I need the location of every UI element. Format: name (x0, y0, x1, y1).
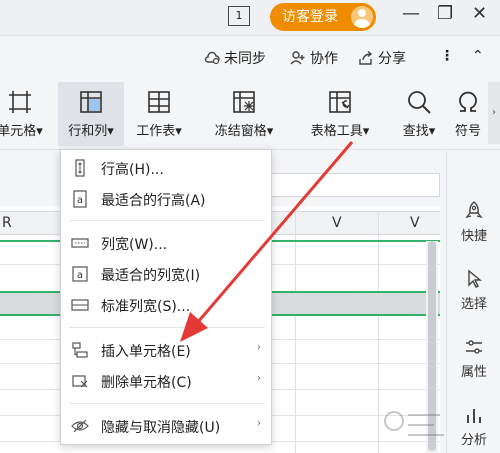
more-icon[interactable]: ⋮ (440, 48, 454, 64)
sync-label: 未同步 (224, 51, 266, 67)
ribbon-scroll-right-button[interactable]: › (488, 82, 500, 144)
share-button[interactable]: 分享 (358, 48, 406, 68)
ribbon-worksheet-button[interactable]: 工作表▾ (128, 82, 190, 146)
menu-separator (69, 327, 265, 328)
submenu-arrow-icon: › (257, 373, 261, 384)
rows-cols-dropdown-menu: 行高(H)... a 最适合的行高(A) 列宽(W)... a 最适合的列宽(I… (60, 149, 272, 445)
ribbon-symbol-label: 符号 (454, 124, 481, 139)
collab-bar: 未同步 协作 分享 ⋮ ⌃ (0, 36, 500, 80)
row-height-icon (75, 159, 85, 177)
ribbon-table-tools-label: 表格工具 (310, 124, 363, 139)
menu-item-column-width[interactable]: 列宽(W)... (61, 228, 271, 258)
ribbon-find-button[interactable]: 查找▾ (396, 82, 442, 146)
menu-item-autofit-row-height-label: 最适合的行高(A) (101, 193, 206, 209)
insert-cells-icon (72, 342, 88, 358)
close-button[interactable]: ✕ (472, 3, 487, 24)
analysis-panel-button[interactable]: 分析 (447, 405, 500, 448)
menu-item-autofit-column-width[interactable]: a 最适合的列宽(I) (61, 259, 271, 289)
ribbon-cell-button[interactable]: 单元格▾ (0, 82, 46, 146)
menu-item-insert-cells[interactable]: 插入单元格(E) › (61, 335, 271, 365)
column-header-v1[interactable]: V (332, 215, 342, 231)
sliders-icon (466, 340, 482, 354)
ribbon-table-tools-button[interactable]: 表格工具▾ (300, 82, 380, 146)
menu-item-autofit-row-height[interactable]: a 最适合的行高(A) (61, 184, 271, 214)
cursor-icon (468, 269, 482, 288)
cell-icon (9, 91, 31, 113)
column-header-v2[interactable]: V (410, 215, 420, 231)
ribbon-rows-cols-button[interactable]: 行和列▾ (58, 82, 124, 146)
visitor-login-label: 访客登录 (282, 9, 338, 25)
eye-slash-icon (71, 419, 89, 433)
collapse-ribbon-icon[interactable]: ⌃ (472, 48, 484, 64)
svg-text:a: a (77, 270, 83, 281)
standard-width-icon (71, 299, 89, 311)
rocket-icon (465, 201, 483, 219)
grid-line (378, 211, 379, 453)
select-panel-label: 选择 (460, 297, 487, 312)
title-bar: 1 访客登录 — ❐ ✕ (0, 0, 500, 36)
freeze-panes-icon (233, 91, 255, 113)
menu-separator (69, 220, 265, 221)
ribbon-freeze-label: 冻结窗格 (214, 124, 267, 139)
menu-item-hide-unhide-label: 隐藏与取消隐藏(U) (101, 420, 221, 436)
worksheet-icon (148, 91, 170, 113)
share-label: 分享 (378, 51, 406, 67)
column-header-r[interactable]: R (2, 215, 12, 231)
menu-item-autofit-column-width-label: 最适合的列宽(I) (101, 268, 201, 284)
cloud-sync-icon (204, 51, 220, 65)
properties-panel-button[interactable]: 属性 (447, 337, 500, 380)
analysis-panel-label: 分析 (460, 433, 487, 448)
ribbon-symbol-button[interactable]: 符号 (446, 82, 490, 146)
ribbon-find-label: 查找 (402, 124, 429, 139)
formula-input[interactable] (265, 173, 440, 197)
search-icon (408, 91, 431, 114)
menu-item-row-height-label: 行高(H)... (101, 162, 164, 178)
quick-panel-button[interactable]: 快捷 (447, 201, 500, 244)
menu-separator (69, 403, 265, 404)
grid-line (295, 211, 296, 453)
column-width-icon (71, 238, 89, 248)
menu-item-column-width-label: 列宽(W)... (101, 237, 168, 253)
quick-panel-label: 快捷 (460, 229, 487, 244)
minimize-button[interactable]: — (402, 3, 420, 24)
restore-button[interactable]: ❐ (437, 3, 453, 24)
user-add-icon (290, 51, 305, 65)
ribbon-freeze-button[interactable]: 冻结窗格▾ (204, 82, 284, 146)
menu-item-hide-unhide[interactable]: 隐藏与取消隐藏(U) › (61, 411, 271, 441)
menu-item-standard-column-width[interactable]: 标准列宽(S)... (61, 290, 271, 320)
collab-label: 协作 (310, 51, 338, 67)
ribbon-rows-cols-label: 行和列 (68, 124, 108, 139)
autofit-row-icon: a (73, 190, 87, 208)
menu-item-delete-cells-label: 删除单元格(C) (101, 375, 192, 391)
ribbon-worksheet-label: 工作表 (136, 124, 176, 139)
svg-text:a: a (77, 195, 83, 206)
omega-symbol-icon (459, 91, 477, 112)
watermark-logo (384, 411, 444, 436)
avatar-icon (351, 6, 373, 28)
autofit-column-icon: a (72, 266, 88, 282)
delete-cells-icon (72, 375, 88, 388)
bar-chart-icon (467, 409, 481, 423)
collab-button[interactable]: 协作 (290, 48, 338, 68)
menu-item-standard-column-width-label: 标准列宽(S)... (101, 299, 191, 315)
window-count-icon[interactable]: 1 (228, 6, 250, 26)
share-icon (359, 50, 373, 65)
menu-item-row-height[interactable]: 行高(H)... (61, 153, 271, 183)
submenu-arrow-icon: › (257, 418, 261, 429)
properties-panel-label: 属性 (460, 365, 487, 380)
select-panel-button[interactable]: 选择 (447, 269, 500, 312)
rows-cols-icon (80, 91, 102, 113)
menu-item-delete-cells[interactable]: 删除单元格(C) › (61, 366, 271, 396)
menu-item-insert-cells-label: 插入单元格(E) (101, 344, 191, 360)
right-side-panel: 快捷 选择 属性 分析 (446, 151, 500, 453)
sync-status[interactable]: 未同步 (204, 48, 266, 68)
table-tools-icon (329, 91, 351, 113)
submenu-arrow-icon: › (257, 342, 261, 353)
visitor-login-button[interactable]: 访客登录 (270, 3, 376, 31)
ribbon-cell-label: 单元格 (0, 124, 37, 139)
ribbon: 单元格▾ 行和列▾ 工作表▾ 冻结窗格▾ 表格工具▾ 查找▾ 符号 (0, 80, 500, 150)
